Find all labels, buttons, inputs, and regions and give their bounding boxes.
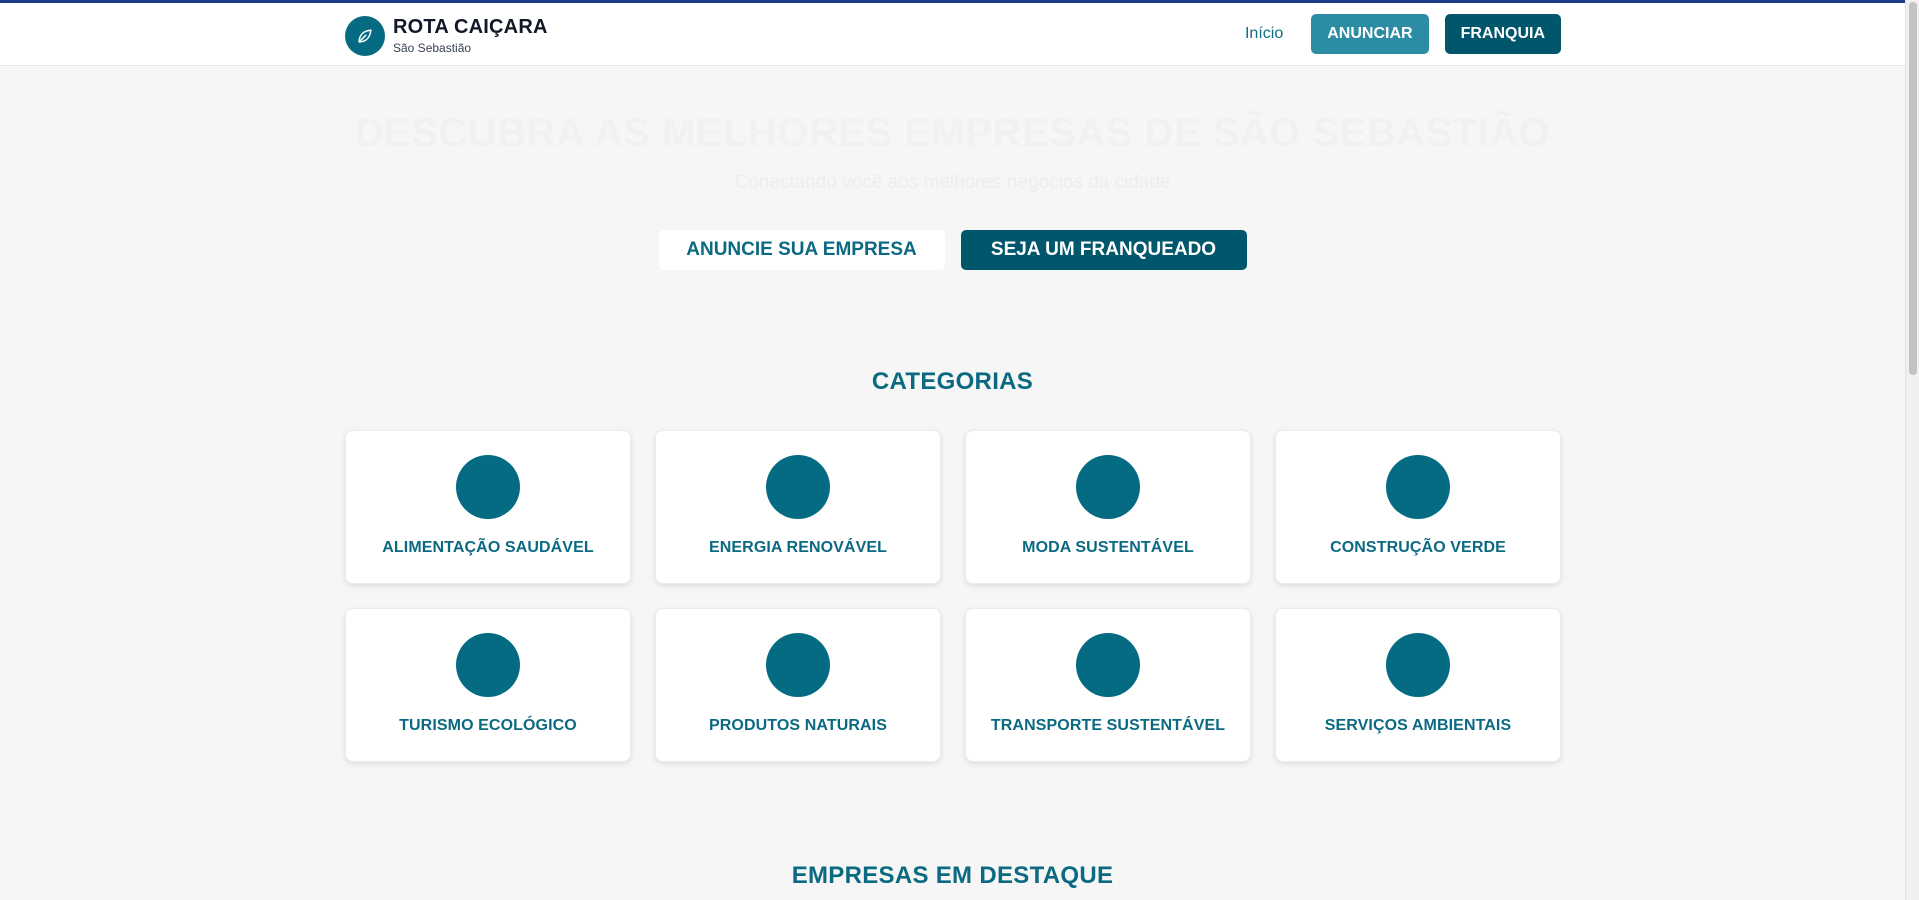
category-icon (456, 633, 520, 697)
category-label: ENERGIA RENOVÁVEL (708, 539, 888, 556)
announce-company-button[interactable]: ANUNCIE SUA EMPRESA (658, 230, 945, 270)
hero-actions: ANUNCIE SUA EMPRESA SEJA UM FRANQUEADO (0, 230, 1905, 270)
category-icon (456, 455, 520, 519)
category-icon (1386, 455, 1450, 519)
hero-title: DESCUBRA AS MELHORES EMPRESAS DE SÃO SEB… (354, 111, 1551, 155)
category-label: ALIMENTAÇÃO SAUDÁVEL (382, 539, 594, 556)
featured-companies-title: EMPRESAS EM DESTAQUE (791, 862, 1114, 889)
categories-title: CATEGORIAS (871, 368, 1034, 395)
category-icon (766, 455, 830, 519)
hero-subtitle: Conectando você aos melhores negócios da… (734, 172, 1171, 193)
category-card-green-construction[interactable]: CONSTRUÇÃO VERDE (1275, 430, 1561, 584)
category-card-sustainable-fashion[interactable]: MODA SUSTENTÁVEL (965, 430, 1251, 584)
category-label: MODA SUSTENTÁVEL (1022, 539, 1194, 556)
leaf-icon (345, 16, 385, 56)
category-card-environmental-services[interactable]: SERVIÇOS AMBIENTAIS (1275, 608, 1561, 762)
category-card-sustainable-transport[interactable]: TRANSPORTE SUSTENTÁVEL (965, 608, 1251, 762)
category-icon (1076, 633, 1140, 697)
hero-section: DESCUBRA AS MELHORES EMPRESAS DE SÃO SEB… (0, 67, 1905, 307)
franchise-button[interactable]: FRANQUIA (1444, 14, 1561, 54)
main-nav: Início ANUNCIAR FRANQUIA (1233, 14, 1561, 54)
brand-subtitle: São Sebastião (393, 41, 472, 55)
vertical-scrollbar[interactable] (1905, 0, 1919, 900)
announce-button[interactable]: ANUNCIAR (1311, 14, 1429, 54)
page: ROTA CAIÇARA São Sebastião Início ANUNCI… (0, 0, 1905, 900)
brand-title: ROTA CAIÇARA (393, 16, 548, 38)
brand[interactable]: ROTA CAIÇARA São Sebastião (345, 14, 548, 58)
categories-grid: ALIMENTAÇÃO SAUDÁVEL ENERGIA RENOVÁVEL M… (345, 430, 1561, 762)
category-label: TRANSPORTE SUSTENTÁVEL (990, 717, 1226, 734)
nav-home-link[interactable]: Início (1233, 25, 1295, 43)
category-label: CONSTRUÇÃO VERDE (1330, 539, 1506, 556)
category-label: SERVIÇOS AMBIENTAIS (1324, 717, 1512, 734)
category-card-eco-tourism[interactable]: TURISMO ECOLÓGICO (345, 608, 631, 762)
category-label: TURISMO ECOLÓGICO (399, 717, 577, 734)
category-icon (766, 633, 830, 697)
scrollbar-thumb[interactable] (1909, 2, 1917, 375)
category-icon (1076, 455, 1140, 519)
category-card-natural-products[interactable]: PRODUTOS NATURAIS (655, 608, 941, 762)
become-franchisee-button[interactable]: SEJA UM FRANQUEADO (960, 230, 1247, 270)
category-card-renewable-energy[interactable]: ENERGIA RENOVÁVEL (655, 430, 941, 584)
category-icon (1386, 633, 1450, 697)
site-header: ROTA CAIÇARA São Sebastião Início ANUNCI… (0, 3, 1905, 66)
category-card-healthy-food[interactable]: ALIMENTAÇÃO SAUDÁVEL (345, 430, 631, 584)
category-label: PRODUTOS NATURAIS (708, 717, 887, 734)
